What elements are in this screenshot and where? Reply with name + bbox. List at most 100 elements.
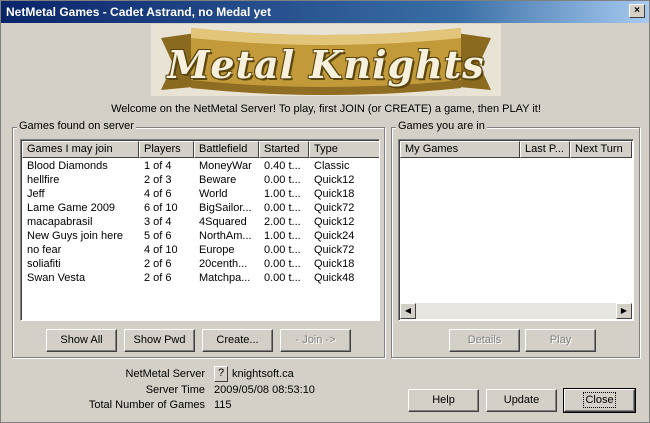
games-you-are-in-group: Games you are in My Games Last P... Next… bbox=[391, 120, 640, 358]
help-label: Help bbox=[432, 394, 455, 406]
server-label: NetMetal Server bbox=[125, 368, 205, 380]
details-label: Details bbox=[467, 334, 502, 346]
battlefield-cell: World bbox=[199, 188, 228, 200]
type-cell: Quick72 bbox=[314, 202, 355, 214]
column-header-next-turn[interactable]: Next Turn bbox=[570, 141, 632, 158]
type-cell: Quick18 bbox=[314, 188, 355, 200]
game-name-cell: macapabrasil bbox=[27, 216, 93, 228]
show-pwd-label: Show Pwd bbox=[133, 334, 186, 346]
type-cell: Quick18 bbox=[314, 258, 355, 270]
column-header-last-played[interactable]: Last P... bbox=[520, 141, 570, 158]
column-header-started[interactable]: Started bbox=[259, 141, 309, 158]
players-cell: 1 of 4 bbox=[144, 160, 172, 172]
help-button[interactable]: Help bbox=[408, 389, 479, 412]
battlefield-cell: 20centh... bbox=[199, 258, 248, 270]
players-cell: 2 of 6 bbox=[144, 272, 172, 284]
game-row[interactable]: Jeff 4 of 6 World 1.00 t... Quick18 bbox=[22, 187, 379, 201]
window-close-button[interactable]: × bbox=[629, 4, 645, 18]
players-cell: 2 of 3 bbox=[144, 174, 172, 186]
games-you-are-in-group-label: Games you are in bbox=[396, 120, 487, 132]
games-found-rows: Blood Diamonds 1 of 4 MoneyWar 0.40 t... Cla… bbox=[22, 159, 379, 285]
column-header-battlefield[interactable]: Battlefield bbox=[194, 141, 259, 158]
started-cell: 0.00 t... bbox=[264, 258, 301, 270]
total-games-label: Total Number of Games bbox=[88, 399, 205, 411]
game-name-cell: soliafiti bbox=[27, 258, 61, 270]
column-header-players[interactable]: Players bbox=[139, 141, 194, 158]
game-row[interactable]: New Guys join here 5 of 6 NorthAm... 1.00 t… bbox=[22, 229, 379, 243]
play-label: Play bbox=[549, 334, 572, 346]
started-cell: 0.00 t... bbox=[264, 244, 301, 256]
server-time-value: 2009/05/08 08:53:10 bbox=[214, 384, 315, 396]
games-found-list[interactable]: Games I may join Players Battlefield Sta… bbox=[20, 139, 380, 321]
game-name-cell: New Guys join here bbox=[27, 230, 123, 242]
server-help-button[interactable]: ? bbox=[214, 366, 228, 382]
create-game-button[interactable]: Create... bbox=[202, 329, 273, 352]
game-row[interactable]: Blood Diamonds 1 of 4 MoneyWar 0.40 t... Cla… bbox=[22, 159, 379, 173]
my-games-list[interactable]: My Games Last P... Next Turn ◀ ▶ bbox=[398, 139, 634, 321]
show-all-button[interactable]: Show All bbox=[46, 329, 117, 352]
started-cell: 0.00 t... bbox=[264, 272, 301, 284]
type-cell: Classic bbox=[314, 160, 350, 172]
join-game-label: - Join -> bbox=[295, 334, 336, 346]
scrollbar-track[interactable] bbox=[416, 303, 616, 319]
close-label: Close bbox=[583, 392, 616, 408]
show-pwd-button[interactable]: Show Pwd bbox=[124, 329, 195, 352]
details-button[interactable]: Details bbox=[449, 329, 520, 352]
game-name-cell: hellfire bbox=[27, 174, 60, 186]
window-title: NetMetal Games - Cadet Astrand, no Medal… bbox=[6, 5, 271, 19]
play-button[interactable]: Play bbox=[525, 329, 596, 352]
started-cell: 0.40 t... bbox=[264, 160, 301, 172]
game-name-cell: Lame Game 2009 bbox=[27, 202, 116, 214]
battlefield-cell: Europe bbox=[199, 244, 235, 256]
battlefield-cell: NorthAm... bbox=[199, 230, 252, 242]
type-cell: Quick24 bbox=[314, 230, 355, 242]
started-cell: 2.00 t... bbox=[264, 216, 301, 228]
column-header-type[interactable]: Type bbox=[309, 141, 379, 158]
game-row[interactable]: Swan Vesta 2 of 6 Matchpa... 0.00 t... Quick… bbox=[22, 271, 379, 285]
game-name-cell: Jeff bbox=[27, 188, 45, 200]
game-row[interactable]: soliafiti 2 of 6 20centh... 0.00 t... Quick1… bbox=[22, 257, 379, 271]
show-all-label: Show All bbox=[60, 334, 103, 346]
started-cell: 1.00 t... bbox=[264, 188, 301, 200]
type-cell: Quick48 bbox=[314, 272, 355, 284]
games-found-group-label: Games found on server bbox=[17, 120, 136, 132]
game-name-cell: Swan Vesta bbox=[27, 272, 86, 284]
games-found-group: Games found on server Games I may join P… bbox=[12, 120, 385, 358]
type-cell: Quick72 bbox=[314, 244, 355, 256]
netmetal-games-window: NetMetal Games - Cadet Astrand, no Medal… bbox=[0, 0, 650, 423]
game-row[interactable]: hellfire 2 of 3 Beware 0.00 t... Quick12 bbox=[22, 173, 379, 187]
battlefield-cell: Beware bbox=[199, 174, 237, 186]
type-cell: Quick12 bbox=[314, 216, 355, 228]
battlefield-cell: 4Squared bbox=[199, 216, 247, 228]
my-games-horizontal-scrollbar[interactable]: ◀ ▶ bbox=[400, 303, 632, 319]
column-header-my-games[interactable]: My Games bbox=[400, 141, 520, 158]
players-cell: 6 of 10 bbox=[144, 202, 178, 214]
game-row[interactable]: macapabrasil 3 of 4 4Squared 2.00 t... Quick… bbox=[22, 215, 379, 229]
server-time-label: Server Time bbox=[145, 384, 205, 396]
games-found-list-header: Games I may join Players Battlefield Sta… bbox=[22, 141, 379, 158]
game-name-cell: Blood Diamonds bbox=[27, 160, 108, 172]
type-cell: Quick12 bbox=[314, 174, 355, 186]
game-row[interactable]: no fear 4 of 10 Europe 0.00 t... Quick72 bbox=[22, 243, 379, 257]
started-cell: 1.00 t... bbox=[264, 230, 301, 242]
players-cell: 4 of 10 bbox=[144, 244, 178, 256]
game-name-cell: no fear bbox=[27, 244, 62, 256]
update-label: Update bbox=[503, 394, 540, 406]
scroll-left-arrow-icon[interactable]: ◀ bbox=[400, 303, 416, 319]
close-button[interactable]: Close bbox=[563, 388, 636, 413]
column-header-games[interactable]: Games I may join bbox=[22, 141, 139, 158]
battlefield-cell: MoneyWar bbox=[199, 160, 252, 172]
battlefield-cell: BigSailor... bbox=[199, 202, 252, 214]
title-bar[interactable]: NetMetal Games - Cadet Astrand, no Medal… bbox=[1, 1, 649, 23]
create-game-label: Create... bbox=[216, 334, 259, 346]
players-cell: 3 of 4 bbox=[144, 216, 172, 228]
update-button[interactable]: Update bbox=[486, 389, 557, 412]
battlefield-cell: Matchpa... bbox=[199, 272, 251, 284]
join-game-button[interactable]: - Join -> bbox=[280, 329, 351, 352]
total-games-value: 115 bbox=[214, 399, 232, 411]
game-row[interactable]: Lame Game 2009 6 of 10 BigSailor... 0.00 t.… bbox=[22, 201, 379, 215]
players-cell: 5 of 6 bbox=[144, 230, 172, 242]
players-cell: 4 of 6 bbox=[144, 188, 172, 200]
started-cell: 0.00 t... bbox=[264, 202, 301, 214]
scroll-right-arrow-icon[interactable]: ▶ bbox=[616, 303, 632, 319]
